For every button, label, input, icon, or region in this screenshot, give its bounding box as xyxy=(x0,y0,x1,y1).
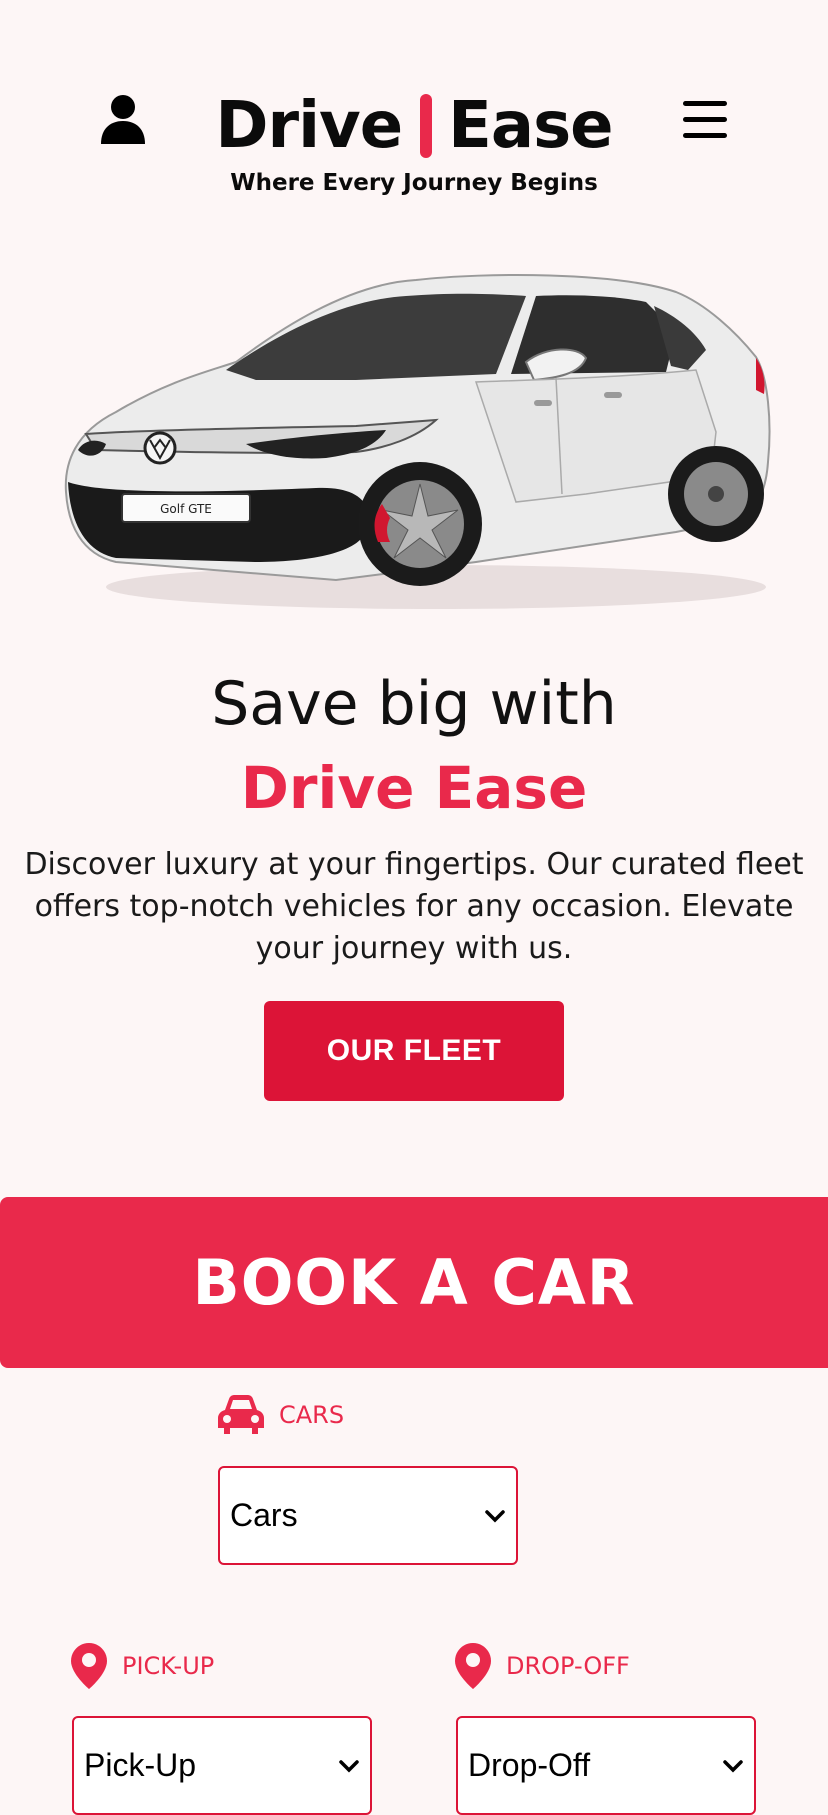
hero-brand: Drive Ease xyxy=(240,754,588,822)
brand-divider xyxy=(420,94,433,158)
pickup-label: PICK-UP xyxy=(70,1642,214,1690)
cars-label: CARS xyxy=(217,1394,344,1436)
hero-title: Save big with xyxy=(211,669,617,739)
cars-label-text: CARS xyxy=(279,1401,345,1429)
location-pin-icon xyxy=(71,1643,107,1689)
dropoff-label: DROP-OFF xyxy=(454,1642,630,1690)
location-pin-icon xyxy=(455,1643,491,1689)
chevron-down-icon xyxy=(485,1509,505,1522)
hamburger-menu-icon[interactable] xyxy=(683,100,728,140)
pickup-label-text: PICK-UP xyxy=(122,1652,215,1680)
hero-car-image: Golf GTE xyxy=(56,262,776,622)
cars-select-value: Cars xyxy=(230,1497,298,1533)
dropoff-select[interactable]: Drop-Off xyxy=(456,1716,756,1815)
dropoff-label-text: DROP-OFF xyxy=(506,1652,630,1680)
pickup-select-value: Pick-Up xyxy=(84,1747,197,1783)
pickup-select[interactable]: Pick-Up xyxy=(72,1716,372,1815)
plate-text: Golf GTE xyxy=(160,502,212,516)
our-fleet-button[interactable]: OUR FLEET xyxy=(264,1001,564,1101)
brand-right-text: Ease xyxy=(448,89,613,163)
tagline: Where Every Journey Begins xyxy=(230,170,598,196)
dropoff-select-value: Drop-Off xyxy=(468,1747,591,1783)
car-icon xyxy=(218,1395,264,1434)
brand-left-text: Drive xyxy=(215,89,403,163)
hero-description: Discover luxury at your fingertips. Our … xyxy=(24,847,804,966)
chevron-down-icon xyxy=(339,1759,359,1772)
cars-select[interactable]: Cars xyxy=(218,1466,518,1565)
book-a-car-banner: BOOK A CAR xyxy=(0,1197,828,1368)
chevron-down-icon xyxy=(723,1759,743,1772)
